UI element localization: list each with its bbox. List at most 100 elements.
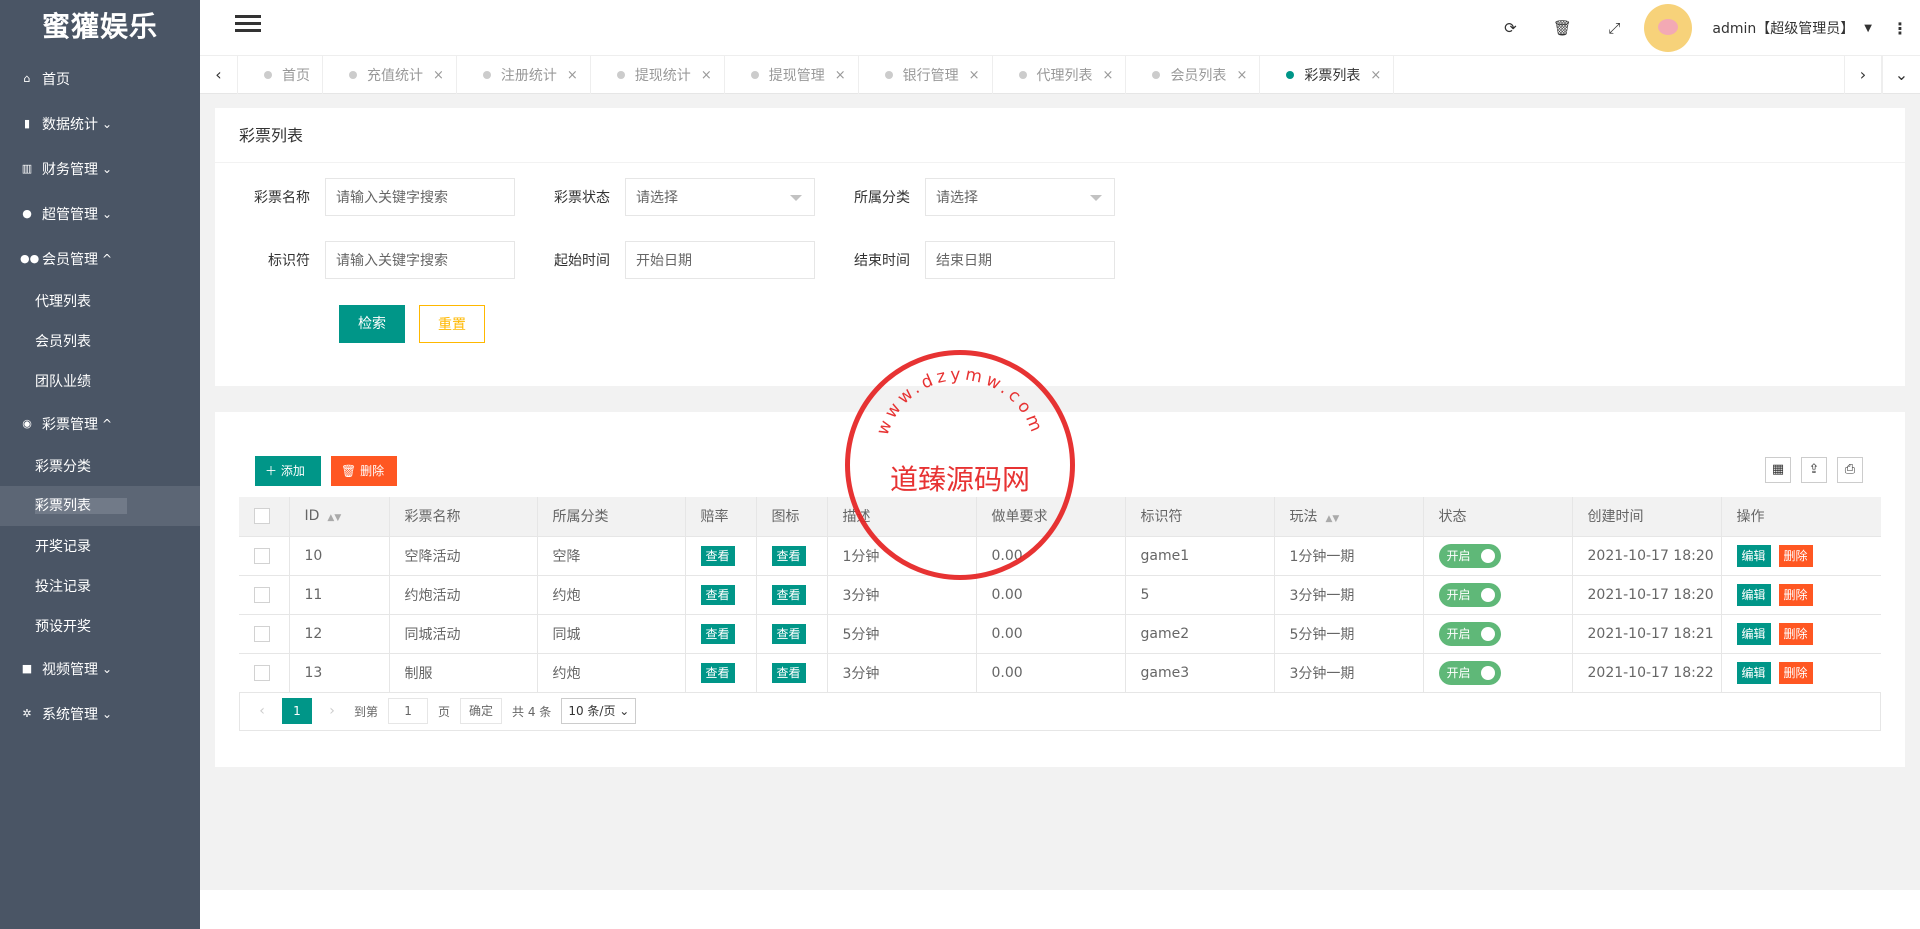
close-icon[interactable]: × <box>835 68 846 83</box>
sidebar-item-lottery[interactable]: ◉ 彩票管理 ^ <box>0 401 200 446</box>
batch-delete-button[interactable]: 🗑 删除 <box>331 456 397 486</box>
sidebar-sub-lottery-list[interactable]: 彩票列表 <box>0 486 200 526</box>
edit-button[interactable]: 编辑 <box>1736 544 1771 567</box>
user-name[interactable]: admin【超级管理员】 <box>1712 18 1854 38</box>
view-odds-button[interactable]: 查看 <box>700 584 735 605</box>
start-date-input[interactable]: 开始日期 <box>625 241 815 279</box>
page-jump-input[interactable]: 1 <box>388 698 429 724</box>
sidebar-item-home[interactable]: ⌂ 首页 <box>0 56 200 101</box>
code-search-input[interactable]: 请输入关键字搜索 <box>325 241 515 279</box>
page-current[interactable]: 1 <box>282 698 312 724</box>
sidebar-item-finance[interactable]: ▥ 财务管理 ⌄ <box>0 146 200 191</box>
close-icon[interactable]: × <box>1370 68 1381 83</box>
delete-button[interactable]: 删除 <box>1778 622 1813 645</box>
status-select[interactable]: 请选择 <box>625 178 815 216</box>
close-icon[interactable]: × <box>701 68 712 83</box>
users-icon: ●● <box>20 252 40 265</box>
tab-withdraw-stats[interactable]: 提现统计 × <box>591 56 725 94</box>
sidebar-item-system[interactable]: ✲ 系统管理 ⌄ <box>0 691 200 736</box>
chevron-up-icon: ^ <box>102 416 113 431</box>
sidebar-item-admin[interactable]: ● 超管管理 ⌄ <box>0 191 200 236</box>
filter-card: 彩票列表 彩票名称 请输入关键字搜索 彩票状态 请选择 所属分类 请选择 标识符… <box>215 108 1905 386</box>
sidebar-sub-draw-records[interactable]: 开奖记录 <box>0 526 200 566</box>
table-row: 13 制服 约炮 查看 查看 3分钟 0.00 game3 3分钟一期 开启 2… <box>239 653 1881 693</box>
refresh-icon[interactable]: ⟳ <box>1484 19 1536 37</box>
row-checkbox[interactable] <box>254 547 270 564</box>
close-icon[interactable]: × <box>1103 68 1114 83</box>
row-checkbox[interactable] <box>254 625 270 642</box>
fullscreen-icon[interactable]: ⤢ <box>1588 19 1640 37</box>
sidebar-item-stats[interactable]: ▮ 数据统计 ⌄ <box>0 101 200 146</box>
more-icon[interactable]: ⋮ <box>1892 19 1908 38</box>
edit-button[interactable]: 编辑 <box>1736 583 1771 606</box>
category-select[interactable]: 请选择 <box>925 178 1115 216</box>
status-toggle[interactable]: 开启 <box>1438 660 1501 685</box>
menu-toggle-icon[interactable] <box>235 15 261 39</box>
tab-recharge-stats[interactable]: 充值统计 × <box>323 56 457 94</box>
view-odds-button[interactable]: 查看 <box>700 662 735 683</box>
sidebar-sub-preset-draw[interactable]: 预设开奖 <box>0 606 200 646</box>
view-icon-button[interactable]: 查看 <box>771 662 806 683</box>
add-button[interactable]: ＋ 添加 <box>255 456 321 486</box>
caret-down-icon[interactable]: ▼ <box>1864 23 1872 34</box>
sidebar-item-video[interactable]: ■ 视频管理 ⌄ <box>0 646 200 691</box>
tab-agent-list[interactable]: 代理列表 × <box>993 56 1127 94</box>
view-icon-button[interactable]: 查看 <box>771 623 806 644</box>
chevron-up-icon: ^ <box>102 251 113 266</box>
row-checkbox[interactable] <box>254 664 270 681</box>
prev-page-icon[interactable]: ‹ <box>250 703 274 719</box>
close-icon[interactable]: × <box>969 68 980 83</box>
content-bottom <box>200 890 1920 929</box>
status-toggle[interactable]: 开启 <box>1438 543 1501 568</box>
tab-member-list[interactable]: 会员列表 × <box>1126 56 1261 94</box>
tabs-prev-icon[interactable]: ‹ <box>200 56 238 94</box>
name-search-input[interactable]: 请输入关键字搜索 <box>325 178 515 216</box>
chevron-down-icon: ⌄ <box>102 706 113 721</box>
sidebar-sub-bet-records[interactable]: 投注记录 <box>0 566 200 606</box>
print-icon[interactable]: ⎙ <box>1837 457 1863 483</box>
tab-withdraw-manage[interactable]: 提现管理 × <box>725 56 859 94</box>
sidebar-item-members[interactable]: ●● 会员管理 ^ <box>0 236 200 281</box>
sidebar-sub-lottery-category[interactable]: 彩票分类 <box>0 446 200 486</box>
tabs-menu-chevron-icon[interactable]: ⌄ <box>1882 56 1920 94</box>
select-all-checkbox[interactable] <box>254 508 270 525</box>
columns-icon[interactable]: ▦ <box>1765 457 1791 483</box>
edit-button[interactable]: 编辑 <box>1736 622 1771 645</box>
sidebar-sub-team[interactable]: 团队业绩 <box>0 361 200 401</box>
gamepad-icon: ◉ <box>22 417 32 430</box>
tab-home[interactable]: 首页 <box>238 56 323 94</box>
export-icon[interactable]: ⇪ <box>1801 457 1827 483</box>
chevron-down-icon: ⌄ <box>102 661 113 676</box>
status-toggle[interactable]: 开启 <box>1438 582 1501 607</box>
delete-button[interactable]: 删除 <box>1778 544 1813 567</box>
status-toggle[interactable]: 开启 <box>1438 621 1501 646</box>
view-odds-button[interactable]: 查看 <box>700 623 735 644</box>
sidebar-sub-agents[interactable]: 代理列表 <box>0 281 200 321</box>
gear-icon: ✲ <box>22 707 32 720</box>
svg-text:www.dzymw.com: www.dzymw.com <box>873 365 1047 439</box>
trash-icon[interactable]: 🗑 <box>1536 19 1588 37</box>
tab-bank-manage[interactable]: 银行管理 × <box>859 56 993 94</box>
reset-button[interactable]: 重置 <box>419 305 485 343</box>
page-size-select[interactable]: 10 条/页 ⌄ <box>561 698 637 724</box>
delete-button[interactable]: 删除 <box>1778 583 1813 606</box>
close-icon[interactable]: × <box>567 68 578 83</box>
avatar[interactable] <box>1644 4 1693 52</box>
sidebar-sub-members[interactable]: 会员列表 <box>0 321 200 361</box>
next-page-icon[interactable]: › <box>320 703 344 719</box>
row-checkbox[interactable] <box>254 586 270 603</box>
view-icon-button[interactable]: 查看 <box>771 584 806 605</box>
delete-button[interactable]: 删除 <box>1778 661 1813 684</box>
view-odds-button[interactable]: 查看 <box>700 545 735 566</box>
edit-button[interactable]: 编辑 <box>1736 661 1771 684</box>
page-title: 彩票列表 <box>215 108 1905 163</box>
close-icon[interactable]: × <box>1236 68 1247 83</box>
close-icon[interactable]: × <box>433 68 444 83</box>
tab-lottery-list[interactable]: 彩票列表 × <box>1260 56 1395 94</box>
view-icon-button[interactable]: 查看 <box>771 545 806 566</box>
search-button[interactable]: 检索 <box>339 305 405 343</box>
page-jump-ok-button[interactable]: 确定 <box>460 698 503 724</box>
end-date-input[interactable]: 结束日期 <box>925 241 1115 279</box>
tabs-next-icon[interactable]: › <box>1844 56 1882 94</box>
tab-register-stats[interactable]: 注册统计 × <box>457 56 591 94</box>
